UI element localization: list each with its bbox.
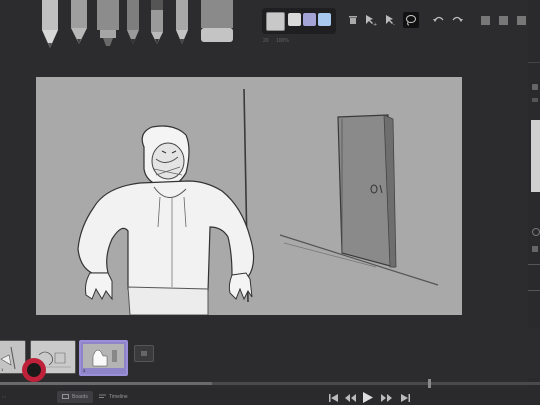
- panel-button[interactable]: [532, 98, 538, 102]
- status-text: ▪ ▪: [2, 394, 6, 399]
- panel-button[interactable]: [532, 84, 538, 90]
- eraser-icon: [201, 0, 233, 42]
- brush-icon: [127, 0, 139, 44]
- cursor-minus-icon: -: [386, 15, 395, 26]
- rewind-button[interactable]: [343, 391, 357, 405]
- view-option-3-button[interactable]: [514, 13, 528, 27]
- square-icon: [498, 15, 508, 25]
- color-swatch-1[interactable]: [288, 13, 301, 26]
- monitor-icon: [62, 394, 69, 399]
- undo-icon: [433, 16, 444, 22]
- panel-button[interactable]: [532, 228, 540, 236]
- color-swatch-3[interactable]: [318, 13, 331, 26]
- timeline-icon: [99, 394, 106, 398]
- drawing-canvas[interactable]: [36, 77, 462, 316]
- board-number: 1: [1, 367, 4, 372]
- board-number: 3: [83, 368, 86, 373]
- storyboard-sketch: [77, 88, 439, 316]
- scrubber-progress: [0, 382, 212, 385]
- rewind-icon: [344, 394, 356, 402]
- square-icon: [516, 15, 526, 25]
- view-option-1-button[interactable]: [478, 13, 492, 27]
- pen-icon: [151, 0, 163, 44]
- playhead-handle[interactable]: [428, 379, 431, 388]
- view-option-2-button[interactable]: [496, 13, 510, 27]
- current-color-swatch[interactable]: [266, 12, 285, 31]
- tab-label: Boards: [72, 394, 88, 400]
- tab-timeline[interactable]: Timeline: [94, 391, 133, 403]
- brush-size-label: 20: [263, 38, 269, 44]
- lasso-button[interactable]: [403, 12, 419, 28]
- tab-boards[interactable]: Boards: [57, 391, 93, 403]
- marker-icon: [97, 0, 119, 46]
- fast-forward-button[interactable]: [379, 391, 393, 405]
- play-button[interactable]: [361, 390, 375, 404]
- marker-tool[interactable]: [95, 0, 121, 48]
- board-sketch-thumbnail: [83, 344, 124, 368]
- select-add-button[interactable]: +: [364, 13, 378, 27]
- lasso-icon: [406, 15, 416, 26]
- record-icon: [27, 363, 41, 377]
- brush-opacity-label: 100%: [276, 38, 289, 44]
- pencil-icon: [42, 0, 58, 48]
- board-preview-thumbnail: [531, 120, 540, 192]
- brush-thin-tool[interactable]: [124, 0, 142, 46]
- add-board-button[interactable]: [134, 345, 154, 362]
- svg-text:-: -: [393, 22, 395, 26]
- plus-icon: [141, 351, 147, 356]
- panel-divider: [528, 264, 540, 265]
- skip-start-icon: [328, 394, 338, 402]
- tab-label: Timeline: [109, 394, 128, 400]
- trash-button[interactable]: [346, 13, 360, 27]
- skip-end-icon: [400, 394, 410, 402]
- pencil-icon: [71, 0, 87, 44]
- redo-icon: [452, 16, 463, 22]
- trash-icon: [349, 16, 357, 24]
- pen-tool[interactable]: [149, 0, 165, 46]
- redo-button[interactable]: [450, 13, 464, 27]
- pencil-fine-tool[interactable]: [173, 0, 191, 46]
- cursor-plus-icon: +: [366, 15, 377, 26]
- eraser-tool[interactable]: [199, 0, 235, 46]
- pencil-soft-tool[interactable]: [68, 0, 90, 46]
- board-thumbnail-selected[interactable]: 3: [79, 340, 128, 376]
- color-swatch-2[interactable]: [303, 13, 316, 26]
- skip-start-button[interactable]: [326, 391, 340, 405]
- play-icon: [363, 391, 373, 403]
- svg-text:+: +: [373, 22, 377, 26]
- select-remove-button[interactable]: -: [384, 13, 398, 27]
- undo-button[interactable]: [432, 13, 446, 27]
- square-icon: [480, 15, 490, 25]
- fast-forward-icon: [380, 394, 392, 402]
- panel-button[interactable]: [532, 246, 538, 252]
- skip-end-button[interactable]: [398, 391, 412, 405]
- pencil-hard-tool[interactable]: [38, 0, 62, 52]
- record-button[interactable]: [22, 358, 46, 382]
- panel-divider: [528, 290, 540, 291]
- pencil-icon: [176, 0, 188, 44]
- panel-divider: [528, 62, 540, 63]
